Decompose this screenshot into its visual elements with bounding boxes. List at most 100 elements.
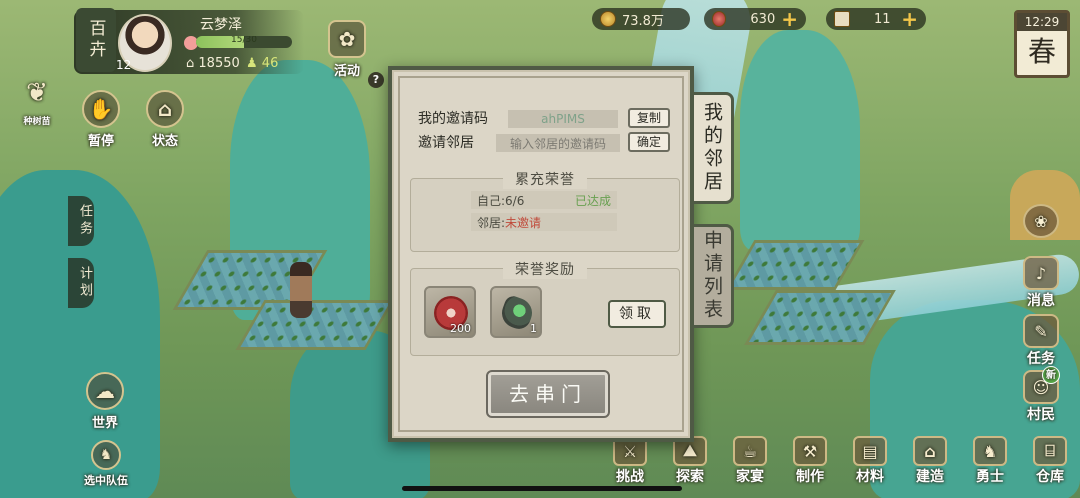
add-gems-icon[interactable]: + [781, 9, 798, 29]
status-label: 状态 [151, 134, 178, 149]
team-button[interactable]: ♞ 选中队伍 [84, 440, 128, 488]
honor-title: 累充荣誉 [503, 169, 587, 189]
reward-title: 荣誉奖励 [503, 259, 587, 279]
world-button[interactable]: ☁ 世界 [86, 372, 124, 431]
xp-bar: 15/30 [196, 36, 292, 48]
neighbor-progress: 邻居: 未邀请 [471, 213, 617, 231]
invite-code-input[interactable]: 输入邻居的邀请码 [496, 134, 620, 152]
world-label: 世界 [91, 416, 118, 431]
invite-label: 邀请邻居 [418, 135, 474, 151]
world-icon: ☁ [86, 372, 124, 410]
plant-sapling-button[interactable]: ❦ 种树苗 [18, 74, 56, 127]
flower-menu-icon: ❀ [1023, 204, 1059, 238]
villager-button[interactable]: ☺ 村民 新 [1012, 366, 1070, 424]
tickets-value: 11 [874, 11, 891, 27]
bottom-menu-item[interactable]: ▤ 材料 [843, 436, 897, 486]
status-button[interactable]: ⌂ 状态 [146, 90, 184, 149]
copy-button[interactable]: 复制 [628, 108, 670, 128]
warrior-icon: ♞ [973, 436, 1007, 466]
brand-tag: 百卉 [76, 8, 116, 72]
team-label: 选中队伍 [84, 474, 128, 487]
self-status: 已达成 [574, 193, 611, 208]
bottom-menu-label: 家宴 [736, 469, 764, 485]
bottom-menu-item[interactable]: ⌂ 建造 [903, 436, 957, 486]
rice-field[interactable] [744, 290, 896, 345]
villager-character[interactable] [290, 262, 312, 318]
bottom-menu-item[interactable]: ⚒ 制作 [783, 436, 837, 486]
clock-time: 12:29 [1017, 13, 1067, 31]
add-tickets-icon[interactable]: + [901, 9, 918, 29]
bottom-menu-label: 挑战 [616, 469, 644, 485]
villager-label: 村民 [1027, 407, 1055, 423]
feast-icon: ☕ [733, 436, 767, 466]
tab-apply-list[interactable]: 申请列表 [694, 224, 734, 328]
tab-my-neighbor[interactable]: 我的邻居 [694, 92, 734, 204]
bottom-menu-label: 制作 [796, 469, 824, 485]
new-badge: 新 [1042, 366, 1060, 384]
gem-icon [712, 11, 727, 27]
home-indicator [402, 486, 682, 491]
menu-button[interactable]: ❀ [1012, 204, 1070, 238]
clock-season[interactable]: 12:29 春 [1014, 10, 1070, 78]
plan-tab[interactable]: 计划 [68, 258, 94, 308]
stat-b: ♟ 46 [246, 56, 278, 71]
ticket-icon [834, 11, 850, 27]
message-button[interactable]: ♪ 消息 [1012, 256, 1070, 310]
neighbor-label: 邻居: [477, 215, 506, 230]
team-icon: ♞ [91, 440, 121, 470]
pause-label: 暂停 [87, 134, 114, 149]
bottom-menu-item[interactable]: ⚔ 挑战 [603, 436, 657, 486]
stat-a-value: 18550 [198, 56, 240, 71]
bottom-menu-label: 建造 [916, 469, 944, 485]
task-button[interactable]: ✎ 任务 [1012, 314, 1070, 368]
warehouse-icon: ⌸ [1033, 436, 1067, 466]
bottom-menu-label: 探索 [676, 469, 704, 485]
task-tab[interactable]: 任务 [68, 196, 94, 246]
house-icon: ⌂ [186, 56, 195, 71]
self-label: 自己:6/6 [477, 193, 525, 208]
bell-icon: ♪ [1023, 256, 1059, 290]
coins-value: 73.8万 [622, 13, 664, 29]
visit-button[interactable]: 去串门 [486, 370, 610, 418]
activity-button[interactable]: ✿ 活动 [328, 20, 366, 79]
xp-text: 15/30 [231, 36, 257, 45]
build-icon: ⌂ [913, 436, 947, 466]
bottom-menu-label: 仓库 [1036, 469, 1064, 485]
activity-label: 活动 [333, 64, 360, 79]
task-label: 任务 [1027, 351, 1055, 367]
bottom-menu-item[interactable]: ☕ 家宴 [723, 436, 777, 486]
bottom-menu-label: 勇士 [976, 469, 1004, 485]
bottom-menu-label: 材料 [856, 469, 884, 485]
bottom-menu-item[interactable]: ⌸ 仓库 [1023, 436, 1077, 486]
hand-icon: ✋ [82, 90, 120, 128]
message-label: 消息 [1027, 293, 1055, 309]
plant-sapling-label: 种树苗 [23, 117, 51, 127]
craft-icon: ⚒ [793, 436, 827, 466]
season: 春 [1027, 35, 1056, 68]
bottom-menu-item[interactable]: ⛰ 探索 [663, 436, 717, 486]
reward-item-flower[interactable]: 200 [424, 286, 476, 338]
gems-pill[interactable]: 630 + [704, 8, 806, 30]
player-level: 12 [116, 58, 132, 72]
sapling-icon: ❦ [26, 78, 48, 108]
lantern-icon: ✿ [328, 20, 366, 58]
claim-button[interactable]: 领取 [608, 300, 666, 328]
neighbor-dialog: 我的邀请码 ahPIMS 复制 邀请邻居 输入邻居的邀请码 确定 累充荣誉 自己… [388, 66, 694, 442]
self-progress: 自己:6/6 已达成 [471, 191, 617, 209]
reward-1-count: 200 [450, 322, 471, 335]
help-icon[interactable]: ? [368, 72, 384, 88]
reward-item-jade[interactable]: 1 [490, 286, 542, 338]
reward-2-count: 1 [530, 322, 537, 335]
coin-icon [600, 11, 616, 27]
scroll-icon: ✎ [1023, 314, 1059, 348]
pause-button[interactable]: ✋ 暂停 [82, 90, 120, 149]
stat-a: ⌂ 18550 [186, 56, 240, 71]
my-code-field: ahPIMS [508, 110, 618, 128]
tickets-pill[interactable]: 11 + [826, 8, 926, 30]
coins-pill[interactable]: 73.8万 [592, 8, 690, 30]
player-name: 云梦泽 [200, 17, 242, 33]
gems-value: 630 [750, 11, 776, 27]
honor-section: 累充荣誉 自己:6/6 已达成 邻居: 未邀请 [410, 169, 680, 252]
confirm-button[interactable]: 确定 [628, 132, 670, 152]
bottom-menu-item[interactable]: ♞ 勇士 [963, 436, 1017, 486]
